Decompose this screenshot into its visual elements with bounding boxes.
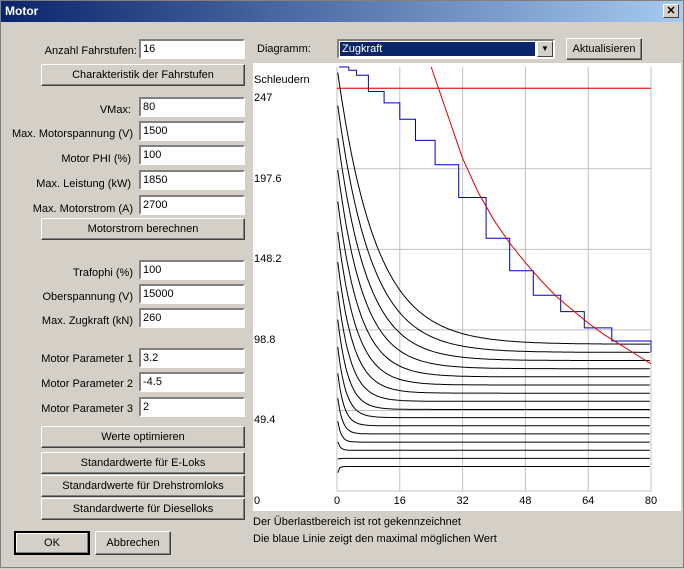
max-line-note: Die blaue Linie zeigt den maximal möglic…: [253, 533, 497, 545]
notch-curve: [337, 398, 650, 435]
notch-curve: [337, 232, 650, 386]
notch-curve: [337, 441, 650, 451]
notch-curve: [337, 170, 650, 370]
motor-dialog: Motor ✕ Anzahl Fahrstufen: Charakteristi…: [0, 0, 684, 568]
notch-curve: [337, 201, 650, 378]
notch-curve: [337, 105, 650, 353]
overload-curve: [430, 66, 652, 365]
notch-curve: [337, 457, 650, 460]
notch-curve: [337, 72, 650, 345]
notch-curve: [337, 347, 650, 419]
notch-curve: [337, 421, 650, 443]
traction-chart: [336, 66, 652, 492]
notch-curve: [337, 466, 650, 473]
overload-note: Der Überlastbereich ist rot gekennzeichn…: [253, 516, 461, 528]
max-value-line: [339, 66, 652, 353]
